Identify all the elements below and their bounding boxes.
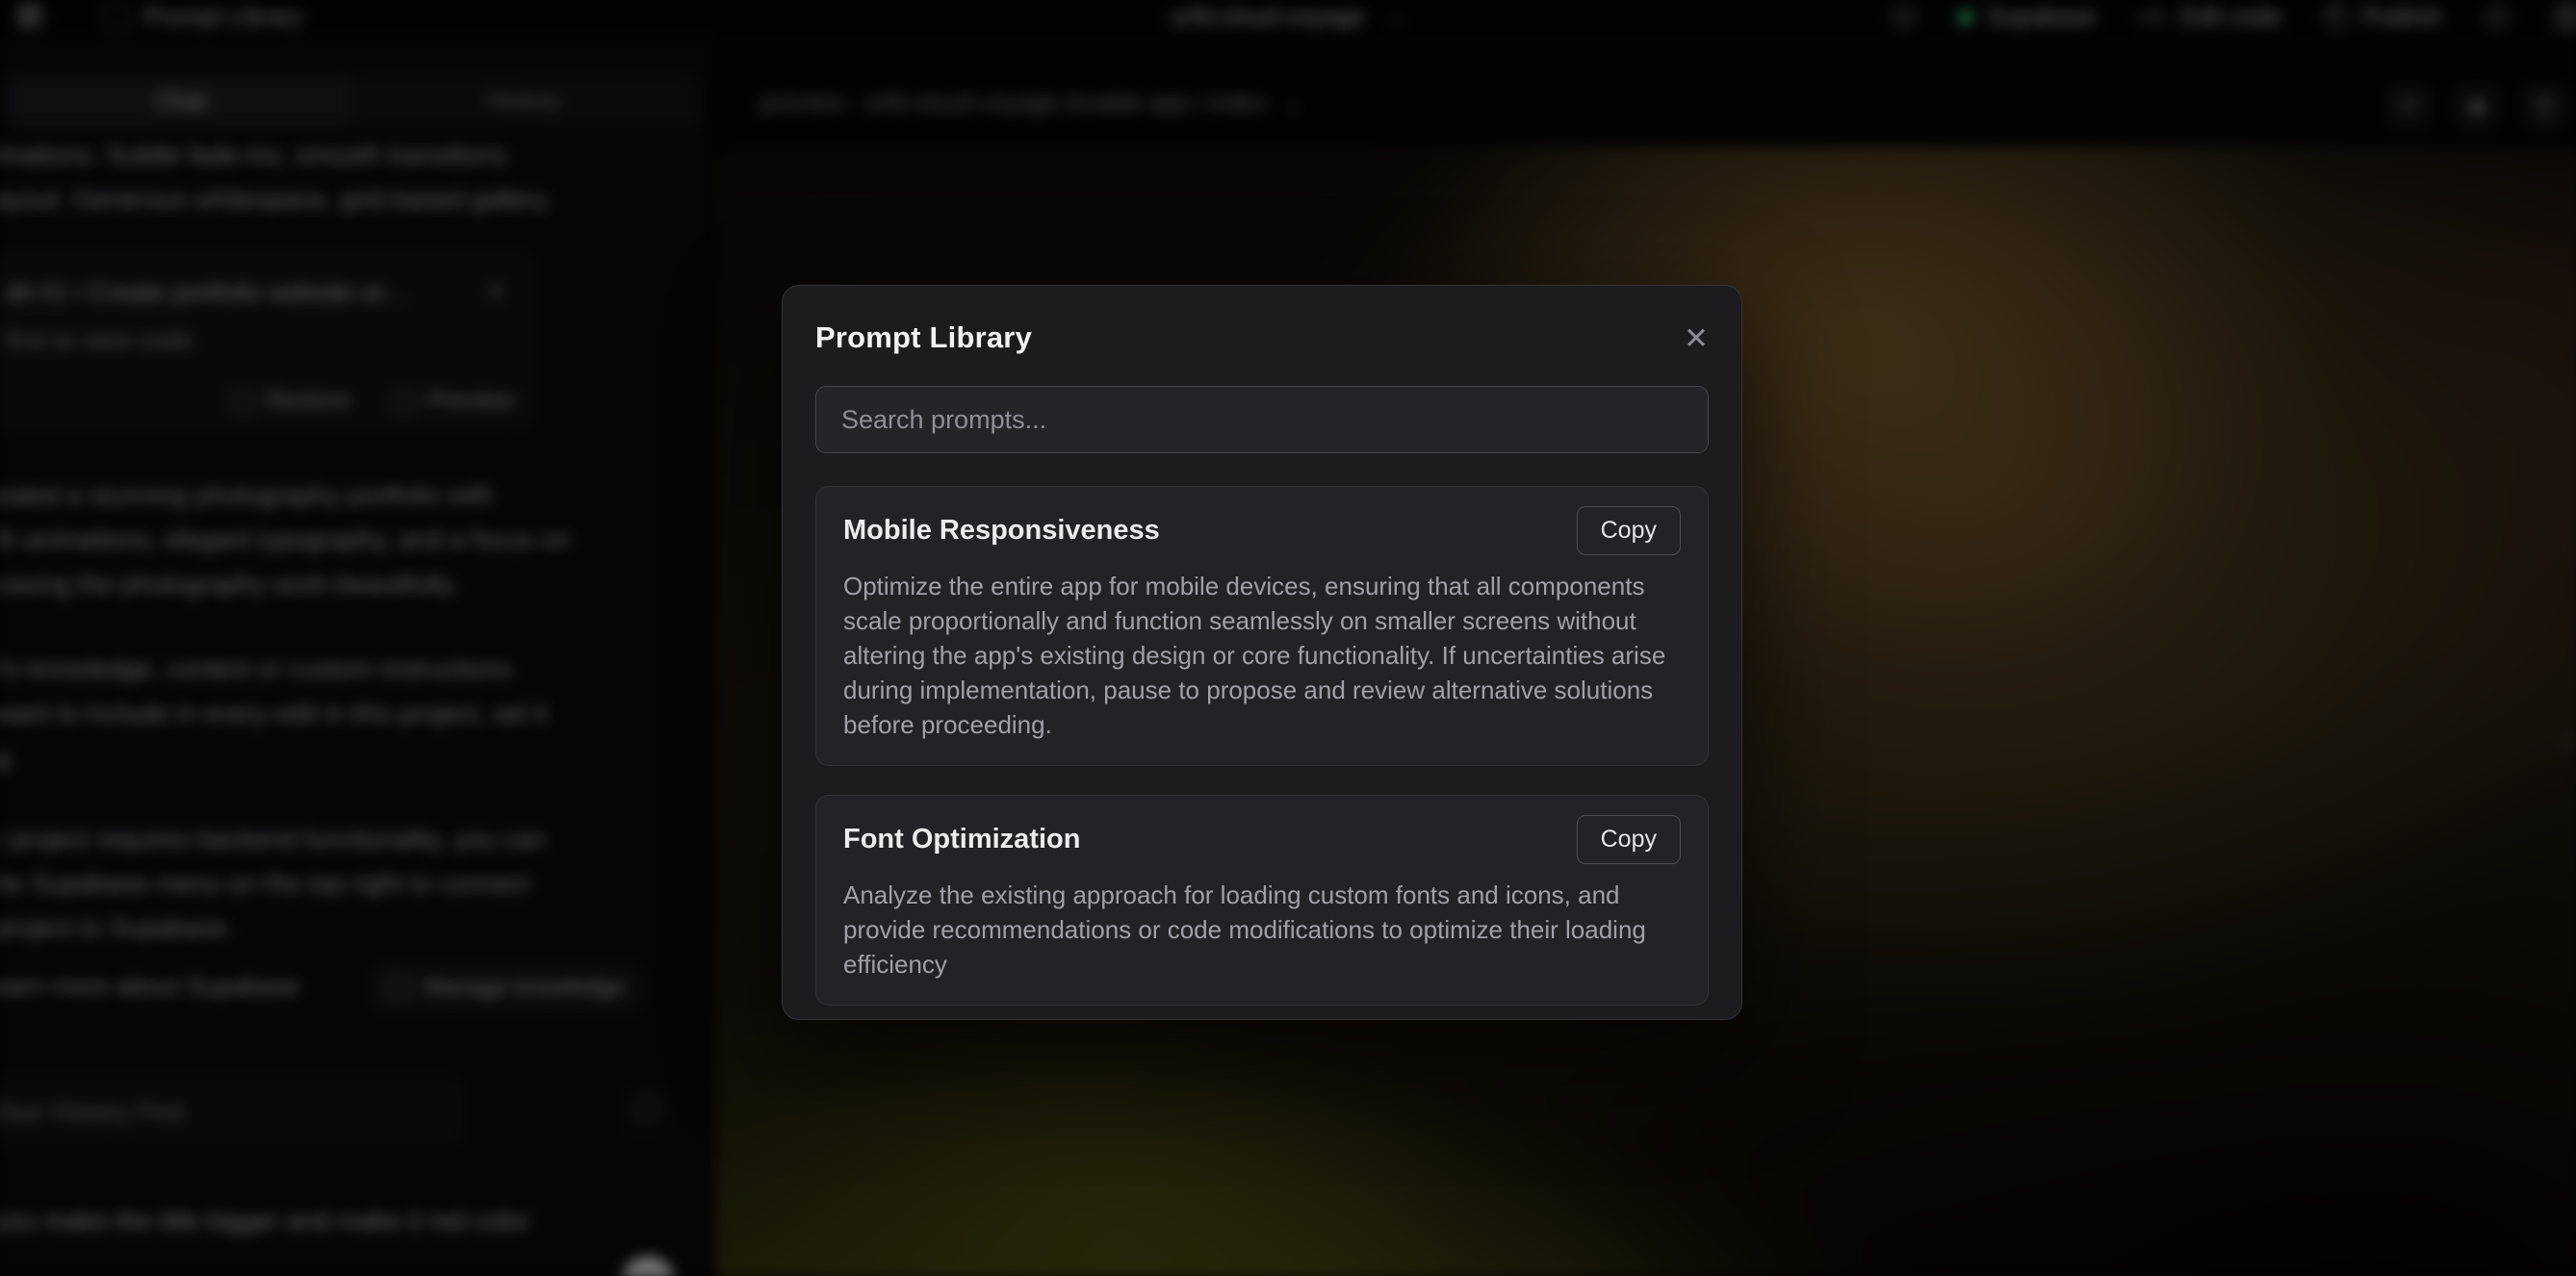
prompt-card: Font Optimization Copy Analyze the exist… (815, 795, 1709, 1006)
copy-button[interactable]: Copy (1577, 815, 1681, 864)
screen: Prompt Library urfd-cloud-voyage ⌄ Supab… (0, 0, 2576, 1276)
prompt-library-modal: Prompt Library ✕ Mobile Responsiveness C… (782, 285, 1742, 1020)
close-icon[interactable]: ✕ (1684, 323, 1709, 353)
prompt-card: Mobile Responsiveness Copy Optimize the … (815, 486, 1709, 766)
prompt-list: Mobile Responsiveness Copy Optimize the … (815, 486, 1709, 1020)
prompt-title: Font Optimization (843, 824, 1080, 855)
prompt-title: Mobile Responsiveness (843, 515, 1160, 547)
prompt-description: Optimize the entire app for mobile devic… (843, 569, 1681, 742)
search-bar (815, 386, 1709, 453)
modal-title: Prompt Library (815, 320, 1032, 355)
copy-button[interactable]: Copy (1577, 506, 1681, 555)
search-input[interactable] (816, 405, 1708, 435)
prompt-description: Analyze the existing approach for loadin… (843, 878, 1681, 982)
